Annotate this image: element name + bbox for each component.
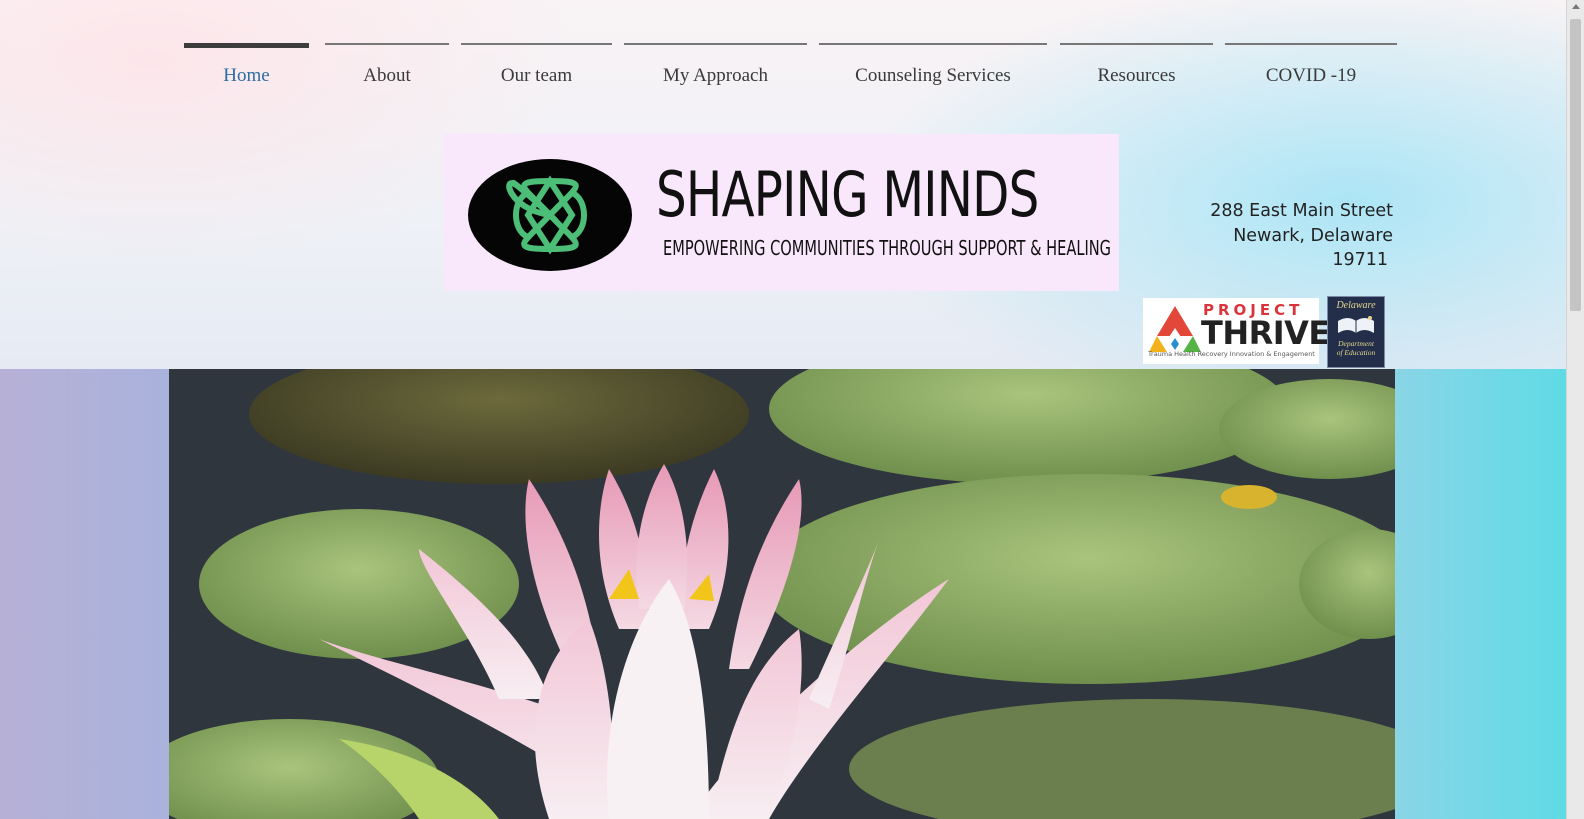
- nav-item-resources[interactable]: Resources: [1060, 43, 1213, 91]
- open-book-icon: [1338, 316, 1374, 333]
- scroll-thumb[interactable]: [1570, 19, 1581, 311]
- site-title: SHAPING MINDS: [656, 158, 1039, 231]
- nav-item-label: Our team: [500, 65, 573, 86]
- doe-department-text: Department of Education: [1328, 339, 1384, 357]
- nav-item-home[interactable]: Home: [184, 43, 309, 91]
- address-zip: 19711: [1332, 250, 1388, 270]
- nav-item-about[interactable]: About: [325, 43, 449, 91]
- doe-line2: of Education: [1336, 348, 1376, 357]
- delaware-doe-logo[interactable]: Delaware Department of Education: [1327, 296, 1385, 368]
- nav-item-label: Home: [223, 65, 270, 86]
- site-tagline: EMPOWERING COMMUNITIES THROUGH SUPPORT &…: [663, 236, 1112, 260]
- nav-item-label: About: [363, 65, 411, 86]
- address-block: 288 East Main Street Newark, Delaware 19…: [1210, 199, 1393, 273]
- nav-item-counseling-services[interactable]: Counseling Services: [819, 43, 1047, 91]
- project-thrive-logo[interactable]: PROJECT THRIVE Trauma Health Recovery In…: [1143, 298, 1330, 364]
- nav-item-my-approach[interactable]: My Approach: [624, 43, 807, 91]
- thrive-name-text: THRIVE: [1201, 314, 1330, 352]
- nav-item-our-team[interactable]: Our team: [461, 43, 612, 91]
- address-street: 288 East Main Street: [1210, 201, 1393, 221]
- nav-item-covid-19[interactable]: COVID -19: [1225, 43, 1397, 91]
- interlocking-hearts-icon: [506, 175, 587, 255]
- water-lily-photo: [169, 369, 1395, 819]
- address-city: Newark, Delaware: [1233, 225, 1393, 246]
- page-scrollbar[interactable]: [1566, 0, 1584, 819]
- thrive-subtitle-text: Trauma Health Recovery Innovation & Enga…: [1148, 350, 1315, 358]
- nav-item-label: My Approach: [662, 65, 768, 86]
- logo-oval: [468, 159, 632, 271]
- nav-item-label: Counseling Services: [855, 65, 1011, 86]
- doe-line1: Department: [1338, 339, 1374, 348]
- doe-state-text: Delaware: [1336, 300, 1376, 311]
- hero-image: [169, 369, 1395, 819]
- thrive-triangle-icon: [1149, 306, 1201, 352]
- nav-item-label: Resources: [1097, 65, 1176, 86]
- scroll-up-arrow-icon[interactable]: [1572, 4, 1580, 9]
- site-logo[interactable]: SHAPING MINDS EMPOWERING COMMUNITIES THR…: [444, 134, 1119, 291]
- nav-item-label: COVID -19: [1265, 65, 1357, 86]
